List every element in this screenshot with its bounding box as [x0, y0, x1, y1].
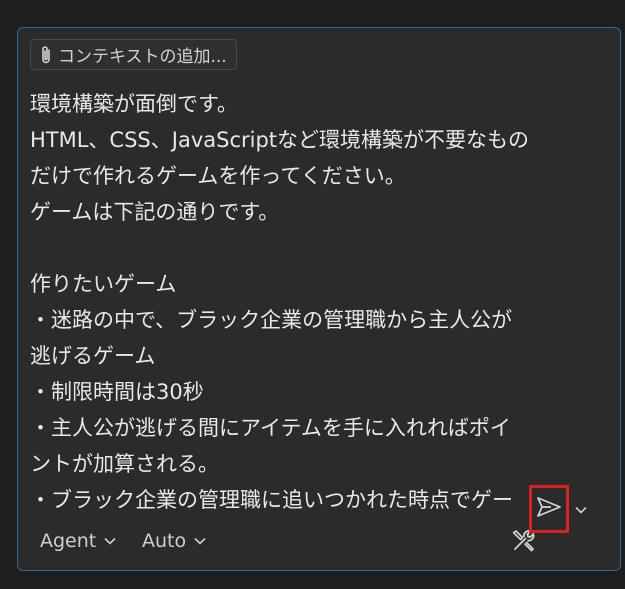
- agent-mode-label: Agent: [40, 530, 97, 552]
- prompt-line: 環境構築が面倒です。: [30, 92, 238, 116]
- chevron-down-icon: [574, 500, 588, 519]
- prompt-line: HTML、CSS、JavaScriptなど環境構築が不要なもの: [30, 128, 530, 152]
- prompt-line: だけで作れるゲームを作ってください。: [30, 164, 406, 188]
- prompt-line: ゲームは下記の通りです。: [30, 200, 280, 224]
- chat-panel: コンテキストの追加... 環境構築が面倒です。 HTML、CSS、JavaScr…: [0, 0, 625, 589]
- add-context-button[interactable]: コンテキストの追加...: [30, 39, 237, 70]
- chevron-down-icon: [103, 536, 117, 546]
- model-label: Auto: [142, 530, 187, 552]
- chevron-down-icon: [193, 536, 207, 546]
- paperclip-icon: [39, 45, 53, 65]
- send-button[interactable]: [529, 485, 569, 533]
- prompt-textarea[interactable]: 環境構築が面倒です。 HTML、CSS、JavaScriptなど環境構築が不要な…: [30, 86, 610, 512]
- prompt-line: ・ブラック企業の管理職に追いつかれた時点でゲー: [30, 488, 513, 512]
- prompt-line: ・制限時間は30秒: [30, 380, 204, 404]
- agent-mode-picker[interactable]: Agent: [40, 512, 117, 570]
- prompt-line: 逃げるゲーム: [30, 344, 156, 368]
- add-context-label: コンテキストの追加...: [58, 47, 227, 67]
- send-options-button[interactable]: [573, 500, 589, 518]
- prompt-line: 作りたいゲーム: [30, 272, 177, 296]
- model-picker[interactable]: Auto: [142, 512, 207, 570]
- prompt-line: ・迷路の中で、ブラック企業の管理職から主人公が: [30, 308, 513, 332]
- prompt-line: ・主人公が逃げる間にアイテムを手に入れればポイ: [30, 416, 511, 440]
- prompt-line: [30, 230, 610, 266]
- prompt-line: ントが加算される。: [30, 452, 219, 476]
- send-icon: [535, 495, 563, 523]
